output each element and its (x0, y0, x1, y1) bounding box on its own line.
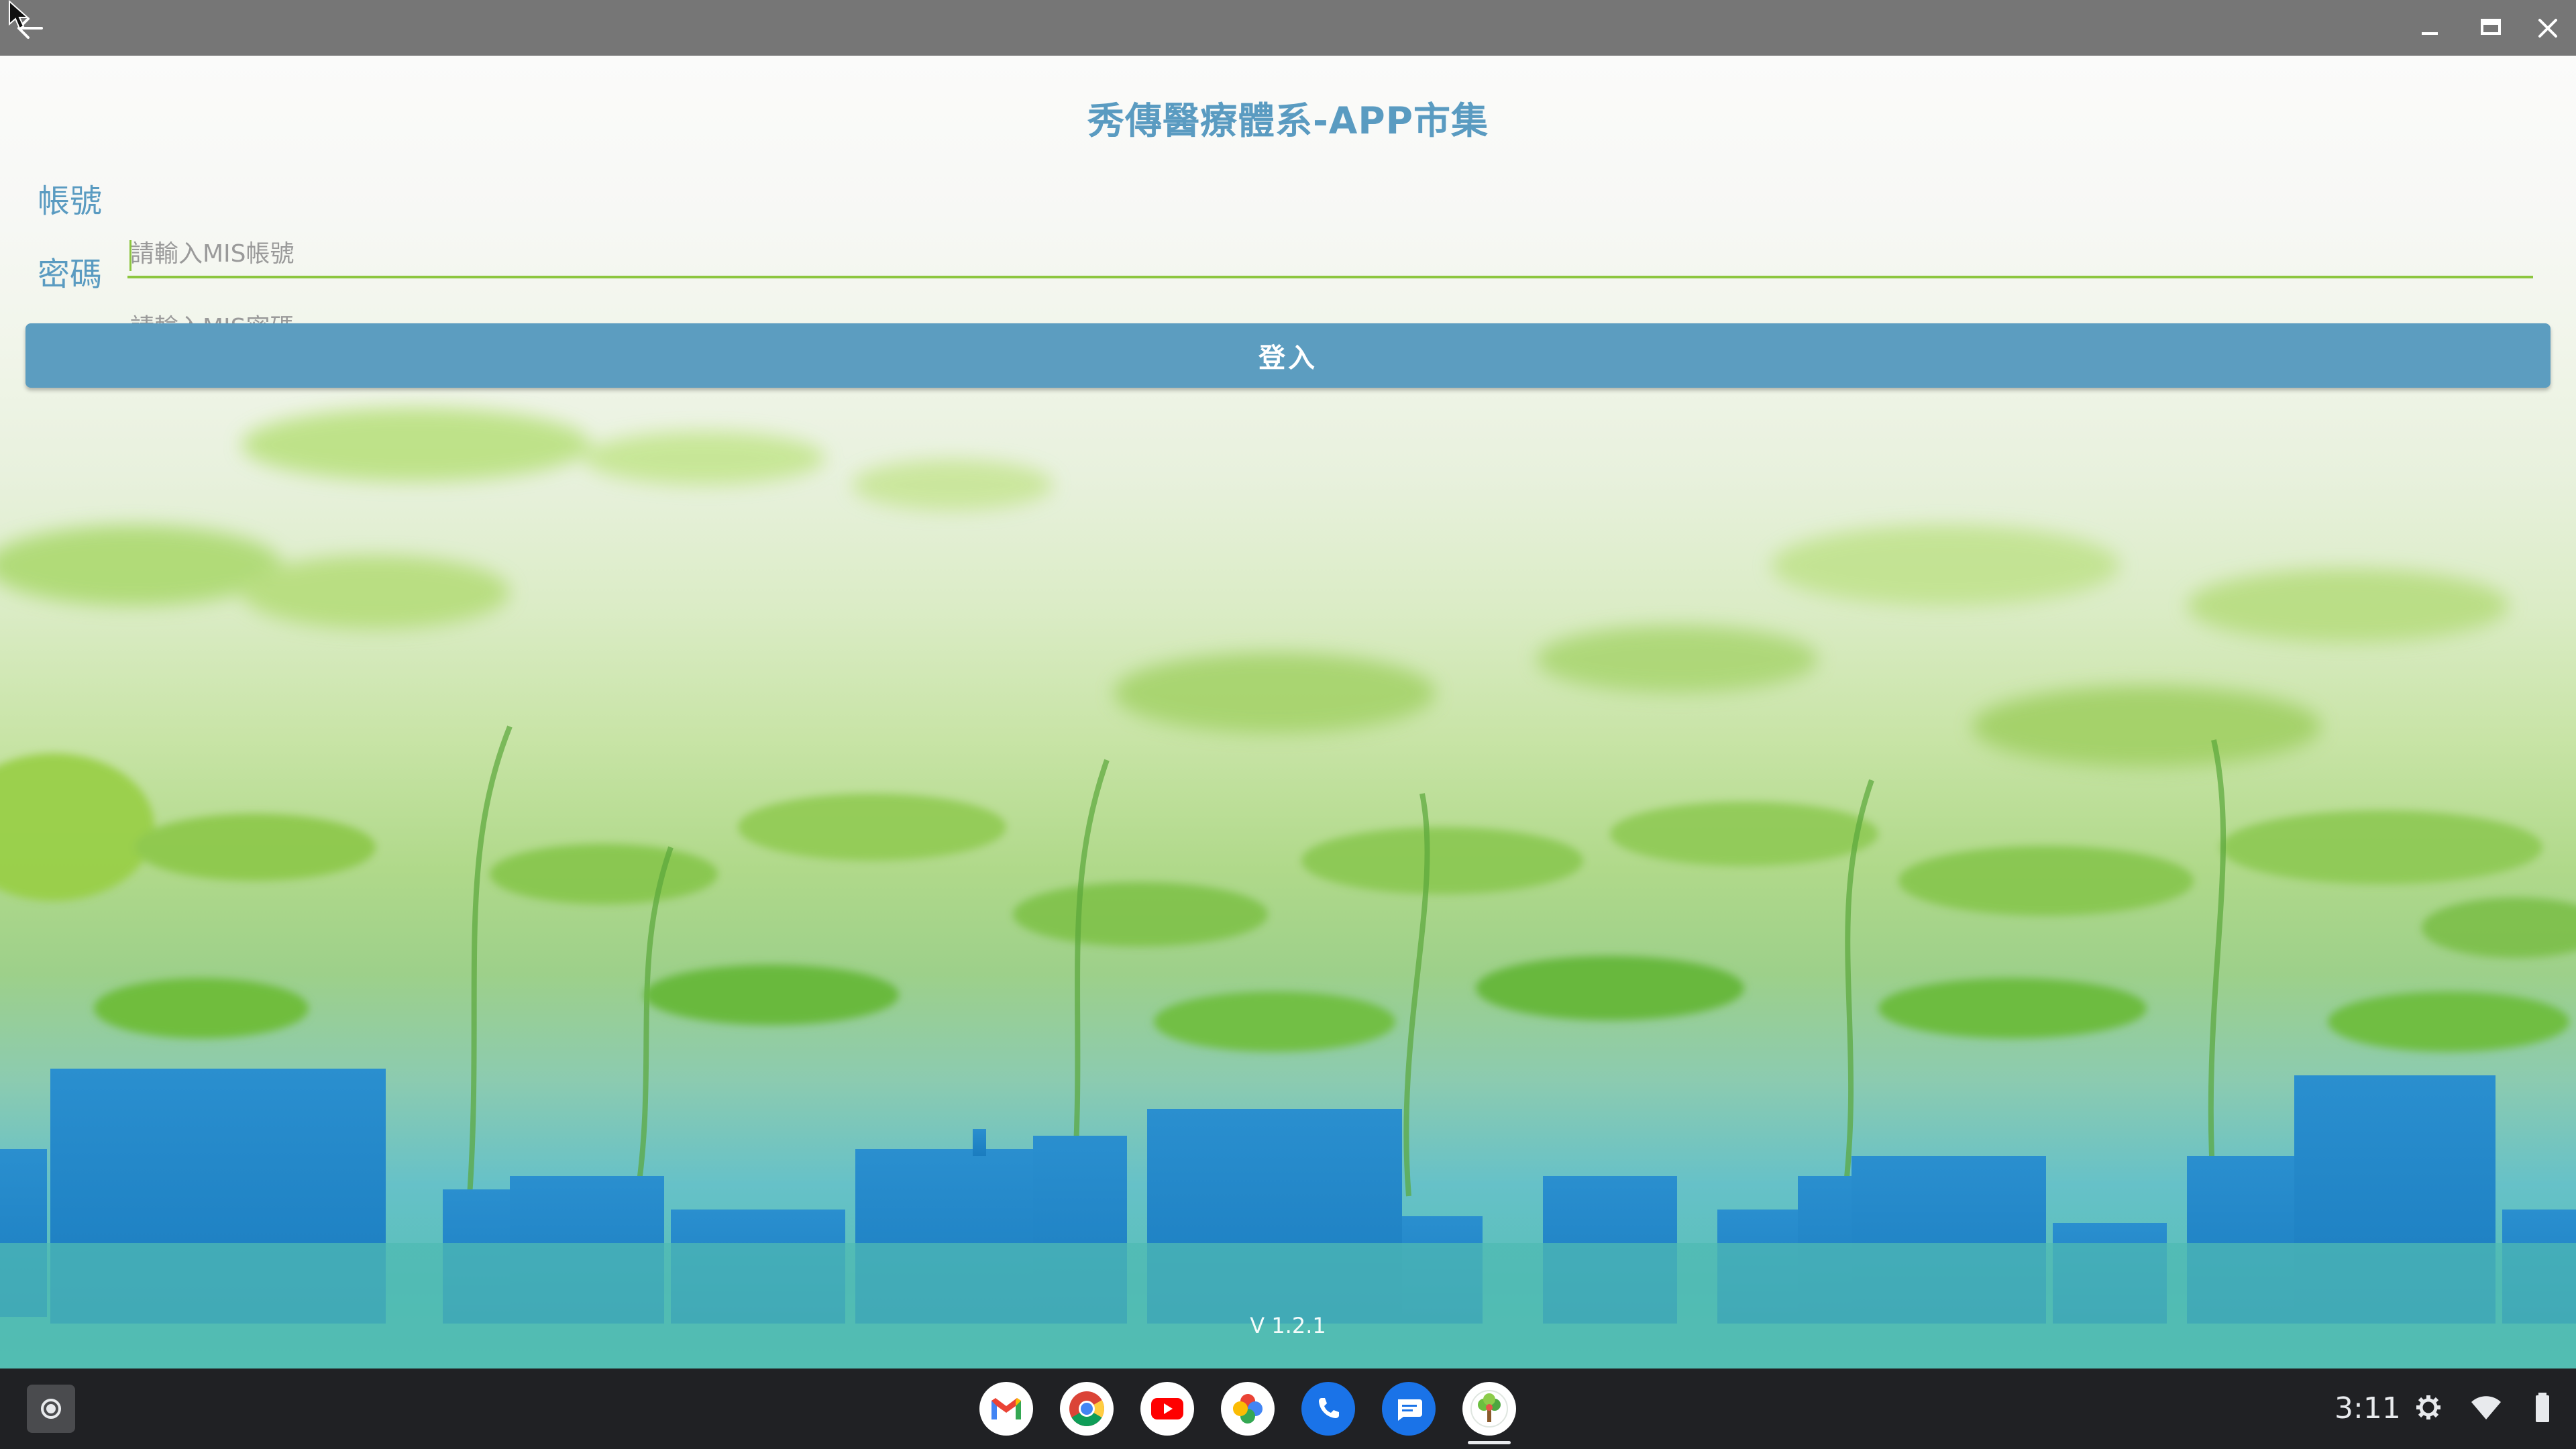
account-label: 帳號 (38, 182, 103, 220)
taskbar-shelf: 3:11 (0, 1368, 2576, 1449)
window-titlebar (0, 0, 2576, 56)
mouse-pointer-icon (9, 0, 30, 30)
gmail-icon[interactable] (979, 1382, 1033, 1436)
minimize-icon[interactable] (2410, 8, 2450, 48)
login-button[interactable]: 登入 (25, 323, 2551, 388)
close-icon[interactable] (2528, 8, 2568, 48)
battery-icon[interactable] (2526, 1391, 2559, 1424)
launcher-icon[interactable] (27, 1385, 75, 1433)
active-app-indicator (1468, 1441, 1511, 1444)
password-label: 密碼 (38, 256, 103, 293)
app-title: 秀傳醫療體系-APP市集 (1087, 99, 1489, 142)
chrome-icon[interactable] (1060, 1382, 1114, 1436)
app-market-icon[interactable] (1462, 1382, 1516, 1436)
wifi-icon[interactable] (2470, 1391, 2502, 1424)
messages-icon[interactable] (1382, 1382, 1436, 1436)
settings-icon[interactable] (2412, 1391, 2445, 1424)
launcher-circle-icon (41, 1399, 61, 1419)
photos-icon[interactable] (1221, 1382, 1275, 1436)
phone-icon[interactable] (1301, 1382, 1355, 1436)
version-label: V 1.2.1 (1250, 1313, 1326, 1338)
maximize-icon[interactable] (2471, 8, 2511, 48)
youtube-icon[interactable] (1140, 1382, 1194, 1436)
account-input[interactable] (127, 231, 2533, 278)
app-window: 秀傳醫療體系-APP市集 帳號 密碼 登入 V 1.2.1 (0, 56, 2576, 1368)
text-cursor (129, 240, 131, 271)
clock[interactable]: 3:11 (2334, 1391, 2401, 1426)
